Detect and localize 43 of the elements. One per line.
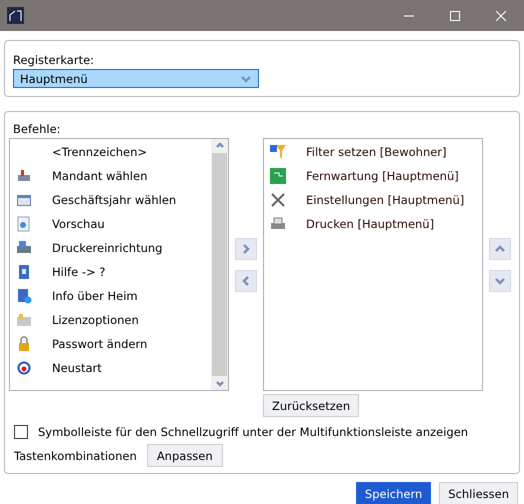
printer-icon [270, 216, 286, 232]
right-chevron-icon [240, 243, 252, 255]
command-item[interactable]: Lizenzoptionen [10, 308, 211, 332]
printer-icon [16, 240, 32, 256]
command-item[interactable]: Vorschau [10, 212, 211, 236]
left-chevron-icon [240, 275, 252, 287]
restart-icon [16, 360, 32, 376]
move-up-button[interactable] [489, 238, 511, 260]
command-item[interactable]: Passwort ändern [10, 332, 211, 356]
commands-label: Befehle: [12, 122, 62, 136]
quick-access-checkbox[interactable] [14, 425, 28, 439]
remove-arrow-button[interactable] [235, 270, 257, 292]
down-chevron-icon [494, 275, 506, 287]
app-logo-icon [7, 7, 24, 24]
calendar-icon [16, 192, 32, 208]
save-button[interactable]: Speichern [356, 482, 432, 504]
remote-icon [270, 168, 286, 184]
command-item[interactable]: <Trennzeichen> [10, 140, 211, 164]
command-item[interactable]: Geschäftsjahr wählen [10, 188, 211, 212]
command-item[interactable]: Fernwartung [Hauptmenü] [264, 164, 482, 188]
move-down-button[interactable] [489, 270, 511, 292]
command-item[interactable]: Druckereinrichtung [10, 236, 211, 260]
command-item[interactable]: Einstellungen [Hauptmenü] [264, 188, 482, 212]
tab-label: Registerkarte: [13, 53, 96, 67]
reset-button[interactable]: Zurücksetzen [263, 394, 360, 417]
maximize-icon [450, 10, 460, 20]
command-item[interactable]: Mandant wählen [10, 164, 211, 188]
license-card-icon [16, 312, 32, 328]
command-item[interactable]: Hilfe -> ? [10, 260, 211, 284]
command-item[interactable]: Filter setzen [Bewohner] [264, 140, 482, 164]
quick-access-label: Symbolleiste für den Schnellzugriff unter der Multifunktionsleiste anzeigen [38, 425, 468, 439]
close-icon [496, 10, 506, 20]
command-item[interactable]: Info über Heim [10, 284, 211, 308]
add-arrow-button[interactable] [235, 238, 257, 260]
tab-dropdown[interactable]: Hauptmenü [13, 69, 259, 88]
padlock-icon [16, 336, 32, 352]
customize-button[interactable]: Anpassen [146, 444, 223, 467]
command-item[interactable]: Neustart [10, 356, 211, 380]
filter-icon [270, 144, 286, 160]
shortcuts-label: Tastenkombinationen [14, 448, 137, 462]
command-item[interactable]: Drucken [Hauptmenü] [264, 212, 482, 236]
close-dialog-button[interactable]: Schliessen [439, 482, 518, 504]
scrollbar[interactable] [211, 139, 228, 390]
